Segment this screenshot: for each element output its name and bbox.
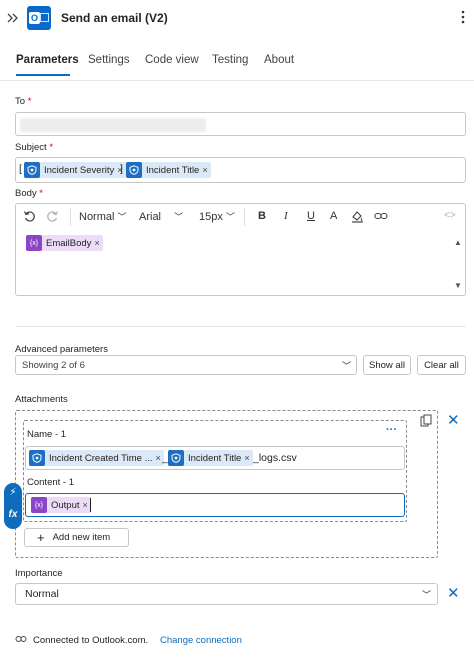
chevron-down-icon: ﹀	[174, 212, 184, 222]
font-family-value: Arial	[139, 211, 162, 223]
remove-attachment-icon[interactable]: ✕	[447, 413, 460, 428]
code-view-icon[interactable]: <>	[444, 210, 456, 221]
remove-token-icon[interactable]: ×	[244, 453, 252, 463]
content-token-output[interactable]: {x} Output ×	[31, 497, 91, 513]
underline-icon[interactable]: U	[307, 210, 315, 222]
clear-all-button[interactable]: Clear all	[417, 355, 466, 375]
sentinel-shield-icon	[29, 450, 45, 466]
to-value-redacted	[20, 118, 206, 132]
to-label: To *	[15, 96, 32, 107]
variable-icon: {x}	[26, 235, 42, 251]
tab-divider	[0, 80, 474, 81]
tab-settings[interactable]: Settings	[88, 54, 130, 66]
attachment-content-label: Content - 1	[27, 477, 74, 488]
remove-token-icon[interactable]: ×	[202, 165, 210, 175]
variable-icon: {x}	[31, 497, 47, 513]
token-label: Incident Title	[188, 452, 242, 464]
toolbar-divider	[244, 208, 245, 226]
chevron-down-icon: ﹀	[421, 589, 431, 600]
scroll-up-arrow-icon[interactable]: ▲	[454, 238, 462, 247]
tab-parameters[interactable]: Parameters	[16, 54, 79, 66]
highlight-icon[interactable]	[351, 210, 364, 226]
subject-open-bracket: [	[19, 163, 22, 175]
name-suffix-text: _logs.csv	[253, 452, 297, 464]
font-color-icon[interactable]: A	[330, 210, 337, 222]
fx-expression-icon[interactable]: fx	[4, 509, 22, 520]
subject-label: Subject *	[15, 142, 54, 153]
add-new-item-label: Add new item	[52, 532, 111, 543]
importance-select[interactable]: Normal ﹀	[15, 583, 438, 605]
remove-token-icon[interactable]: ×	[94, 238, 102, 248]
subject-token-incident-title[interactable]: Incident Title ×	[126, 162, 211, 178]
importance-value: Normal	[25, 588, 59, 600]
token-label: Output	[51, 499, 80, 511]
subject-close-bracket: ]	[120, 163, 123, 175]
font-size-value: 15px	[199, 211, 223, 223]
body-token-emailbody[interactable]: {x} EmailBody ×	[26, 235, 103, 251]
toolbar-divider	[70, 208, 71, 226]
subject-token-incident-severity[interactable]: Incident Severity ×	[24, 162, 126, 178]
sentinel-shield-icon	[168, 450, 184, 466]
name-token-incident-created-time[interactable]: Incident Created Time ... ×	[29, 450, 164, 466]
attachment-name-label: Name - 1	[27, 429, 67, 440]
text-cursor	[90, 498, 91, 512]
more-vertical-icon[interactable]	[460, 9, 468, 25]
plus-icon: +	[37, 530, 45, 545]
remove-importance-icon[interactable]: ✕	[447, 586, 460, 601]
bold-icon[interactable]: B	[258, 210, 266, 222]
expand-icon[interactable]	[6, 11, 22, 27]
advanced-parameters-label: Advanced parameters	[15, 344, 108, 355]
font-style-dropdown[interactable]: Normal ﹀	[79, 210, 127, 223]
token-label: Incident Severity	[44, 164, 115, 176]
scroll-down-arrow-icon[interactable]: ▼	[454, 281, 462, 290]
advanced-parameters-select[interactable]: Showing 2 of 6 ﹀	[15, 355, 357, 375]
connection-icon	[15, 634, 27, 647]
advanced-parameters-value: Showing 2 of 6	[22, 359, 85, 371]
tab-code-view[interactable]: Code view	[145, 54, 199, 66]
chevron-down-icon: ﹀	[117, 212, 127, 222]
tab-testing[interactable]: Testing	[212, 54, 248, 66]
redo-icon[interactable]	[46, 210, 59, 226]
name-underscore: _	[162, 452, 168, 464]
section-divider	[15, 326, 466, 327]
link-icon[interactable]	[374, 210, 388, 225]
font-size-dropdown[interactable]: 15px ﹀	[199, 210, 235, 223]
font-style-value: Normal	[79, 211, 115, 223]
show-all-button[interactable]: Show all	[363, 355, 411, 375]
copy-item-icon[interactable]	[420, 414, 432, 430]
token-label: Incident Created Time ...	[49, 452, 153, 464]
active-tab-indicator	[16, 74, 70, 76]
dynamic-content-icon[interactable]: ⚡	[4, 487, 22, 498]
font-family-dropdown[interactable]: Arial ﹀	[139, 210, 183, 223]
body-label: Body *	[15, 188, 43, 199]
name-token-incident-title[interactable]: Incident Title ×	[168, 450, 253, 466]
connected-text: Connected to Outlook.com.	[33, 635, 149, 646]
tab-about[interactable]: About	[264, 54, 294, 66]
action-title: Send an email (V2)	[61, 11, 168, 25]
token-label: EmailBody	[46, 237, 92, 249]
sentinel-shield-icon	[24, 162, 40, 178]
outlook-icon: O	[27, 6, 51, 30]
change-connection-link[interactable]: Change connection	[160, 635, 242, 646]
token-label: Incident Title	[146, 164, 200, 176]
attachments-label: Attachments	[15, 394, 68, 405]
importance-label: Importance	[15, 568, 63, 579]
add-new-item-button[interactable]: + Add new item	[24, 528, 129, 547]
italic-icon[interactable]: I	[284, 210, 288, 222]
more-options-icon[interactable]: ···	[386, 424, 397, 436]
expression-rail: ⚡ fx	[4, 483, 22, 529]
chevron-down-icon: ﹀	[341, 360, 351, 371]
undo-icon[interactable]	[23, 210, 36, 226]
chevron-down-icon: ﹀	[225, 212, 235, 222]
sentinel-shield-icon	[126, 162, 142, 178]
